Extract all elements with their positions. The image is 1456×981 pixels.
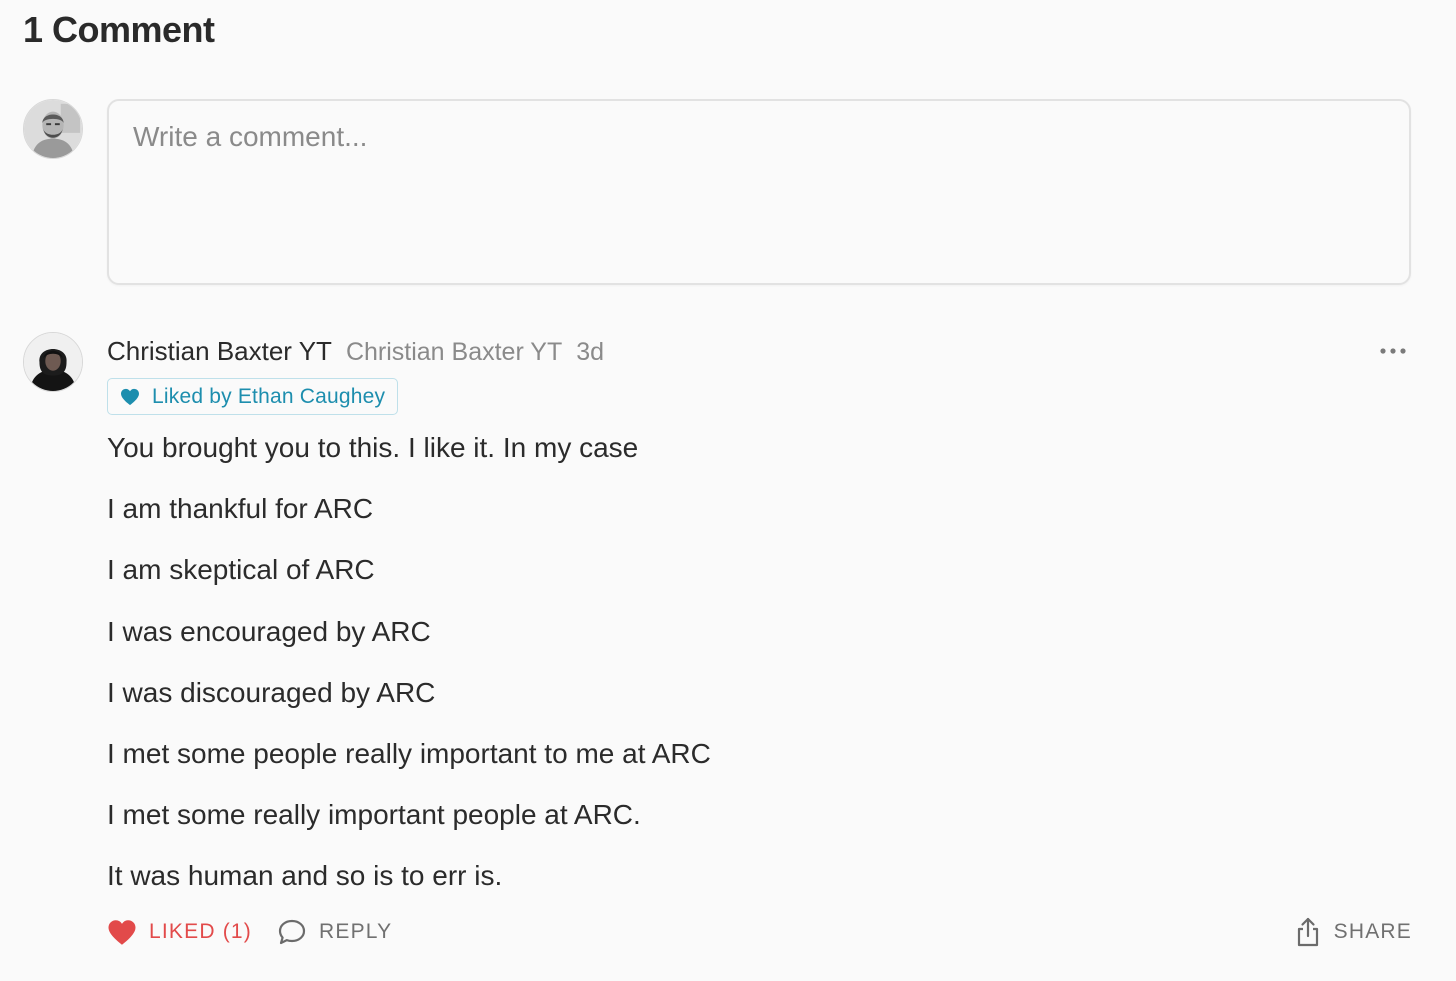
comment-body: You brought you to this. I like it. In m… [107, 429, 1307, 919]
more-options-button[interactable] [1374, 336, 1412, 366]
reply-button[interactable]: REPLY [277, 912, 392, 952]
author-avatar-image [24, 333, 82, 391]
ellipsis-icon [1380, 348, 1406, 354]
comment-author-handle[interactable]: Christian Baxter YT [346, 338, 562, 367]
comment-line: I am skeptical of ARC [107, 554, 375, 586]
liked-by-label: Liked by Ethan Caughey [152, 384, 386, 408]
like-button[interactable]: LIKED (1) [107, 912, 252, 952]
comment-author-avatar[interactable] [23, 332, 83, 392]
comment-line: It was human and so is to err is. [107, 860, 503, 892]
comment-timestamp[interactable]: 3d [576, 338, 604, 367]
comment-author-name[interactable]: Christian Baxter YT [107, 336, 332, 367]
comments-count-title: 1 Comment [23, 9, 215, 50]
comment-line: I was discouraged by ARC [107, 676, 436, 708]
comment-header: Christian Baxter YT Christian Baxter YT … [107, 336, 604, 370]
share-icon [1297, 917, 1318, 947]
liked-by-badge: Liked by Ethan Caughey [107, 378, 399, 415]
comment-line: I was encouraged by ARC [107, 615, 431, 647]
comment-line: I met some really important people at AR… [107, 799, 641, 831]
comment-input[interactable] [109, 101, 1409, 283]
comment-composer[interactable] [107, 99, 1411, 285]
heart-icon [108, 919, 136, 945]
user-avatar-image [24, 100, 82, 158]
speech-bubble-icon [278, 919, 306, 945]
heart-icon [121, 388, 139, 405]
share-button-label: SHARE [1333, 920, 1412, 943]
share-button[interactable]: SHARE [1294, 912, 1412, 952]
comment-line: You brought you to this. I like it. In m… [107, 432, 639, 463]
comment-line: I met some people really important to me… [107, 737, 711, 769]
comment-line: I am thankful for ARC [107, 493, 374, 525]
current-user-avatar[interactable] [23, 99, 83, 159]
reply-button-label: REPLY [319, 920, 393, 943]
like-button-label: LIKED (1) [149, 920, 252, 943]
comment-actions: LIKED (1) REPLY SHARE [107, 912, 1412, 952]
